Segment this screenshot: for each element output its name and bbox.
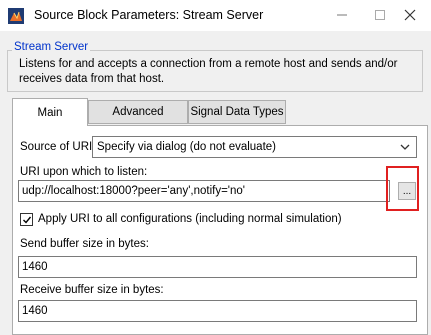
chevron-down-icon: [400, 142, 410, 152]
source-of-uri-label: Source of URI:: [20, 141, 96, 153]
source-of-uri-select[interactable]: Specify via dialog (do not evaluate): [92, 136, 417, 158]
minimize-icon[interactable]: [330, 4, 354, 26]
group-label: Stream Server: [12, 41, 91, 53]
send-buffer-input[interactable]: 1460: [18, 256, 417, 278]
source-of-uri-value: Specify via dialog (do not evaluate): [97, 141, 276, 153]
simulink-block-icon: [8, 8, 24, 24]
tab-advanced[interactable]: Advanced: [88, 100, 188, 124]
tab-signal-data-types[interactable]: Signal Data Types: [188, 100, 286, 124]
title-bar: Source Block Parameters: Stream Server: [0, 0, 431, 31]
window-title: Source Block Parameters: Stream Server: [34, 8, 264, 22]
maximize-icon[interactable]: [368, 4, 392, 26]
tab-main[interactable]: Main: [12, 98, 88, 126]
apply-uri-checkbox[interactable]: [20, 213, 33, 226]
browse-uri-button[interactable]: ...: [398, 182, 416, 200]
uri-label: URI upon which to listen:: [20, 166, 148, 178]
send-buffer-label: Send buffer size in bytes:: [20, 238, 149, 250]
uri-input[interactable]: udp://localhost:18000?peer='any',notify=…: [18, 180, 390, 202]
block-description: Listens for and accepts a connection fro…: [19, 58, 398, 85]
close-icon[interactable]: [398, 4, 422, 26]
apply-uri-label: Apply URI to all configurations (includi…: [38, 213, 342, 225]
receive-buffer-label: Receive buffer size in bytes:: [20, 284, 164, 296]
receive-buffer-input[interactable]: 1460: [18, 300, 417, 322]
